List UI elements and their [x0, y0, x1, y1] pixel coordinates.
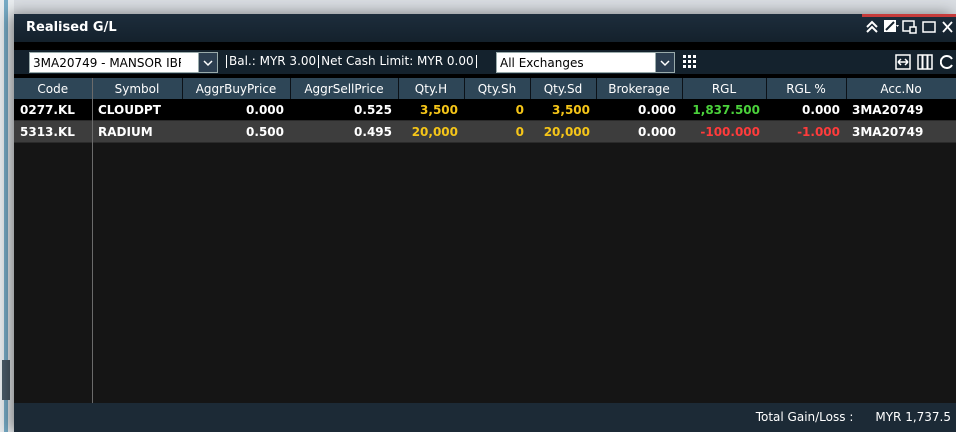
column-header-acc-no[interactable]: Acc.No: [846, 78, 956, 99]
cell-qty-sh: 0: [464, 99, 530, 121]
column-header-rgl-percent[interactable]: RGL %: [766, 78, 847, 99]
summary-footer: Total Gain/Loss : MYR 1,737.5: [14, 403, 956, 432]
column-header-brokerage[interactable]: Brokerage: [596, 78, 683, 99]
fit-columns-icon[interactable]: [894, 53, 912, 71]
cell-rgl: 1,837.500: [682, 99, 766, 121]
column-header-qty-sh[interactable]: Qty.Sh: [464, 78, 531, 99]
cell-rgl-percent: -1.000: [766, 120, 846, 143]
realised-gl-window: Realised G/L 3MA20749 - MANSOR IBRAHIM: [14, 14, 956, 432]
cell-code: 0277.KL: [14, 99, 92, 121]
balance-info: Bal.: MYR 3.00 Net Cash Limit: MYR 0.00: [224, 54, 479, 68]
cell-symbol: RADIUM: [92, 120, 182, 143]
window-title: Realised G/L: [26, 20, 117, 35]
realised-gl-grid: Code Symbol AggrBuyPrice AggrSellPrice Q…: [14, 78, 956, 403]
close-icon[interactable]: [940, 17, 956, 37]
cell-qty-sd: 3,500: [530, 99, 596, 121]
cell-code: 5313.KL: [14, 120, 92, 143]
exchange-select[interactable]: All Exchanges: [496, 52, 675, 73]
column-header-qty-h[interactable]: Qty.H: [398, 78, 465, 99]
cell-rgl: -100.000: [682, 120, 766, 143]
edit-icon[interactable]: [883, 17, 899, 37]
edge-marker: [2, 360, 10, 400]
background-window-edge: [0, 0, 14, 432]
column-divider: [92, 78, 93, 403]
toolbar: 3MA20749 - MANSOR IBRAHIM Bal.: MYR 3.00…: [14, 50, 956, 74]
cell-aggr-buy-price: 0.500: [182, 120, 290, 143]
total-gain-loss: Total Gain/Loss : MYR 1,737.5: [734, 410, 951, 424]
column-header-rgl[interactable]: RGL: [682, 78, 767, 99]
cell-qty-h: 20,000: [398, 120, 464, 143]
cell-qty-sd: 20,000: [530, 120, 596, 143]
column-header-qty-sd[interactable]: Qty.Sd: [530, 78, 597, 99]
cell-brokerage: 0.000: [596, 120, 682, 143]
restore-icon[interactable]: [902, 17, 918, 37]
dropdown-icon[interactable]: [198, 52, 218, 73]
separator: [318, 55, 320, 68]
collapse-icon[interactable]: [864, 17, 880, 37]
separator: [226, 55, 227, 68]
cell-brokerage: 0.000: [596, 99, 682, 121]
total-gain-loss-value: MYR 1,737.5: [875, 410, 951, 424]
cell-acc-no: 3MA20749: [846, 120, 956, 143]
net-cash-limit-text: Net Cash Limit: MYR 0.00: [321, 54, 474, 68]
table-row[interactable]: 0277.KL CLOUDPT 0.000 0.525 3,500 0 3,50…: [14, 99, 956, 121]
separator: [475, 55, 477, 68]
cell-symbol: CLOUDPT: [92, 99, 182, 121]
cell-rgl-percent: 0.000: [766, 99, 846, 121]
dropdown-icon[interactable]: [655, 52, 675, 73]
balance-text: Bal.: MYR 3.00: [229, 54, 317, 68]
window-controls: [864, 17, 956, 37]
column-header-aggr-sell-price[interactable]: AggrSellPrice: [290, 78, 399, 99]
exchange-select-value: All Exchanges: [500, 55, 584, 70]
qr-grid-icon[interactable]: [682, 54, 698, 70]
cell-aggr-sell-price: 0.495: [290, 120, 398, 143]
cell-qty-h: 3,500: [398, 99, 464, 121]
columns-icon[interactable]: [916, 53, 934, 71]
title-bar[interactable]: Realised G/L: [14, 14, 956, 42]
table-tools: [894, 53, 956, 71]
cell-acc-no: 3MA20749: [846, 99, 956, 121]
column-header-symbol[interactable]: Symbol: [92, 78, 183, 99]
table-header-row: Code Symbol AggrBuyPrice AggrSellPrice Q…: [14, 78, 956, 99]
realised-gl-table: Code Symbol AggrBuyPrice AggrSellPrice Q…: [14, 78, 956, 143]
cell-qty-sh: 0: [464, 120, 530, 143]
refresh-icon[interactable]: [938, 53, 956, 71]
cell-aggr-sell-price: 0.525: [290, 99, 398, 121]
total-gain-loss-label: Total Gain/Loss :: [755, 410, 854, 424]
account-select-value: 3MA20749 - MANSOR IBRAHIM: [33, 55, 181, 70]
cell-aggr-buy-price: 0.000: [182, 99, 290, 121]
column-header-aggr-buy-price[interactable]: AggrBuyPrice: [182, 78, 291, 99]
column-header-code[interactable]: Code: [14, 78, 93, 99]
table-row[interactable]: 5313.KL RADIUM 0.500 0.495 20,000 0 20,0…: [14, 120, 956, 143]
account-select[interactable]: 3MA20749 - MANSOR IBRAHIM: [29, 52, 218, 73]
maximize-icon[interactable]: [921, 17, 937, 37]
